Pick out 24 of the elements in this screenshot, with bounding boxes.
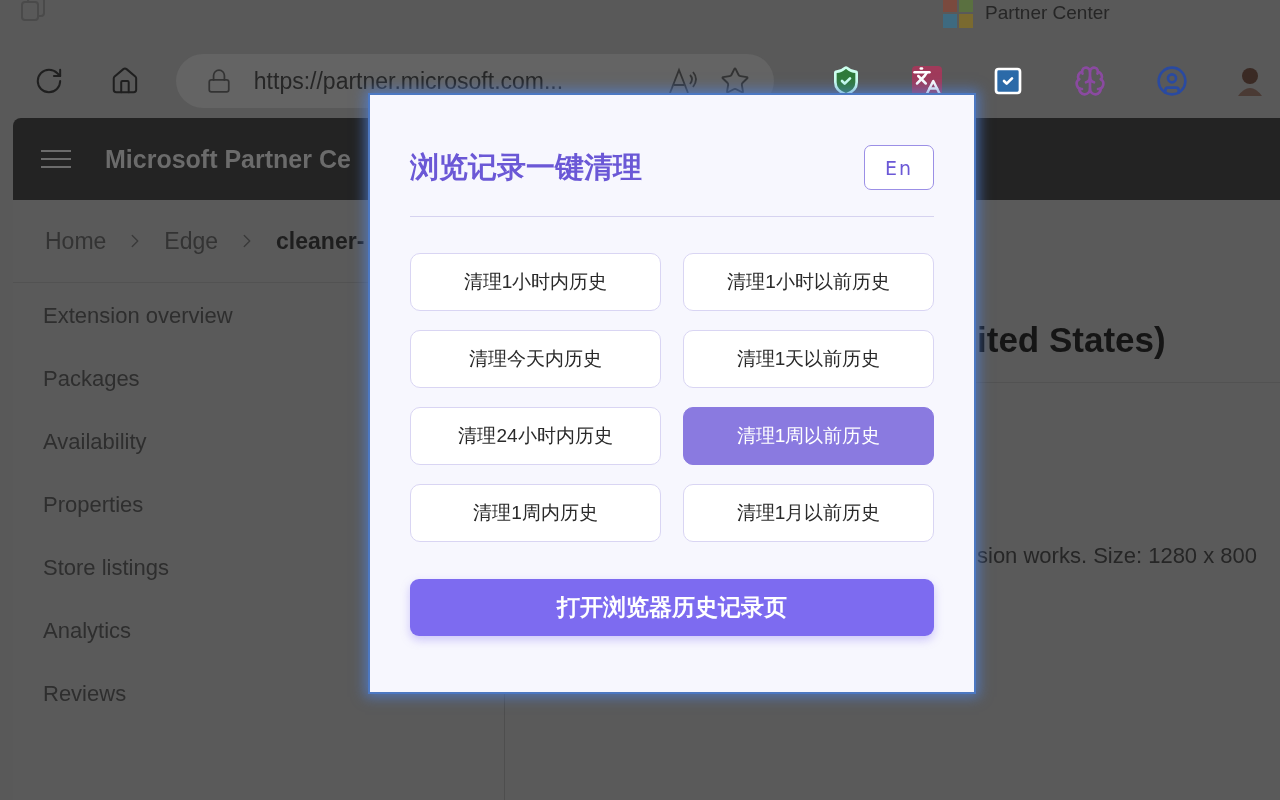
clear-option-button[interactable]: 清理1周内历史 [410, 484, 661, 542]
clear-option-button[interactable]: 清理1月以前历史 [683, 484, 934, 542]
header-title: Microsoft Partner Ce [105, 144, 351, 174]
translate-icon[interactable] [912, 66, 942, 96]
clear-option-button[interactable]: 清理24小时内历史 [410, 407, 661, 465]
windows-logo-icon [943, 0, 973, 28]
open-history-button[interactable]: 打开浏览器历史记录页 [410, 579, 934, 636]
breadcrumb-link[interactable]: cleaner- [276, 227, 365, 255]
url-text: https://partner.microsoft.com... [253, 67, 565, 95]
clear-option-button[interactable]: 清理今天内历史 [410, 330, 661, 388]
clear-option-button[interactable]: 清理1周以前历史 [683, 407, 934, 465]
read-aloud-icon[interactable] [668, 67, 698, 95]
clear-option-button[interactable]: 清理1小时内历史 [410, 253, 661, 311]
clear-option-button[interactable]: 清理1天以前历史 [683, 330, 934, 388]
menu-icon[interactable] [41, 149, 71, 169]
clear-option-button[interactable]: 清理1小时以前历史 [683, 253, 934, 311]
avatar-icon[interactable] [1238, 66, 1262, 96]
popup-title: 浏览记录一键清理 [410, 148, 642, 186]
lock-icon [205, 68, 232, 94]
favorite-star-icon[interactable] [720, 66, 750, 96]
page-title: ited States) [977, 320, 1167, 360]
refresh-icon[interactable] [34, 66, 64, 96]
checkbox-icon[interactable] [992, 65, 1024, 97]
language-button[interactable]: En [864, 145, 934, 190]
